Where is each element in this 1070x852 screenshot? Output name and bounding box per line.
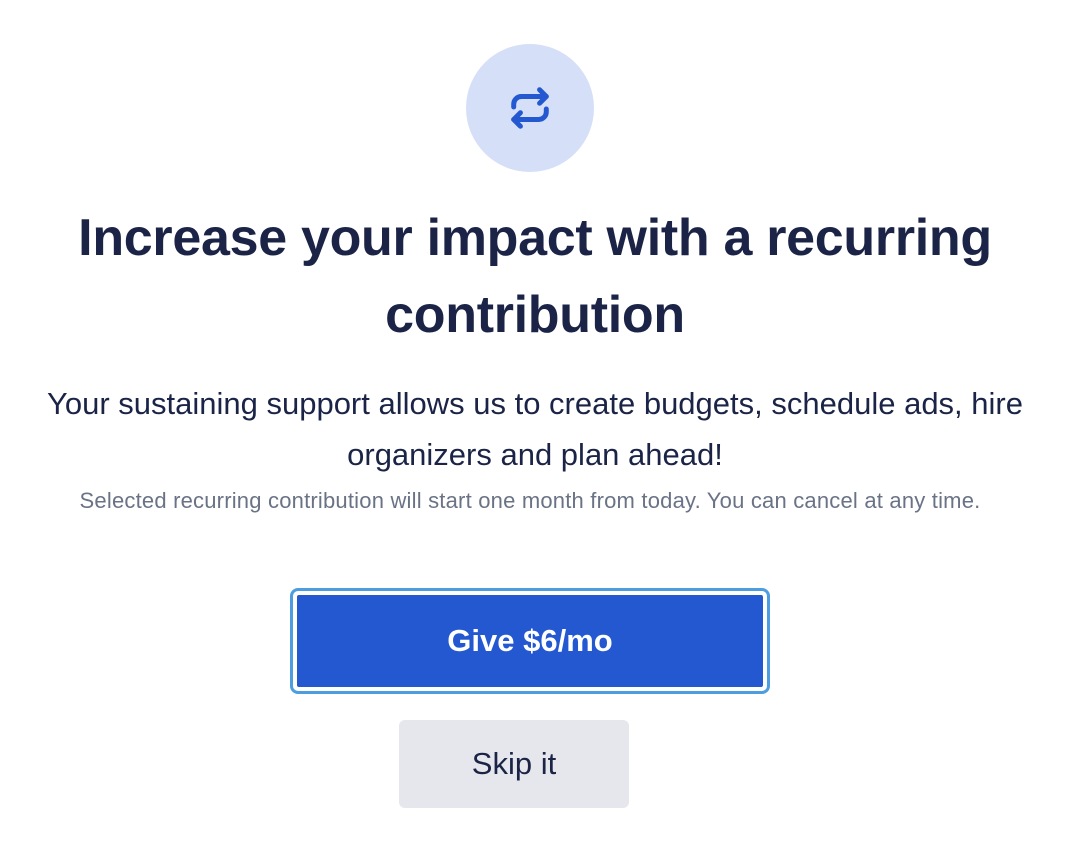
recurring-arrows-icon [511,87,549,129]
page-title: Increase your impact with a recurring co… [78,209,992,344]
recurring-icon-badge [466,44,594,172]
support-description: Your sustaining support allows us to cre… [47,386,1023,472]
recurring-start-note: Selected recurring contribution will sta… [79,488,981,513]
give-monthly-button[interactable]: Give $6/mo [297,595,763,687]
skip-button[interactable]: Skip it [399,720,629,808]
give-button-focus-ring: Give $6/mo [290,588,770,694]
